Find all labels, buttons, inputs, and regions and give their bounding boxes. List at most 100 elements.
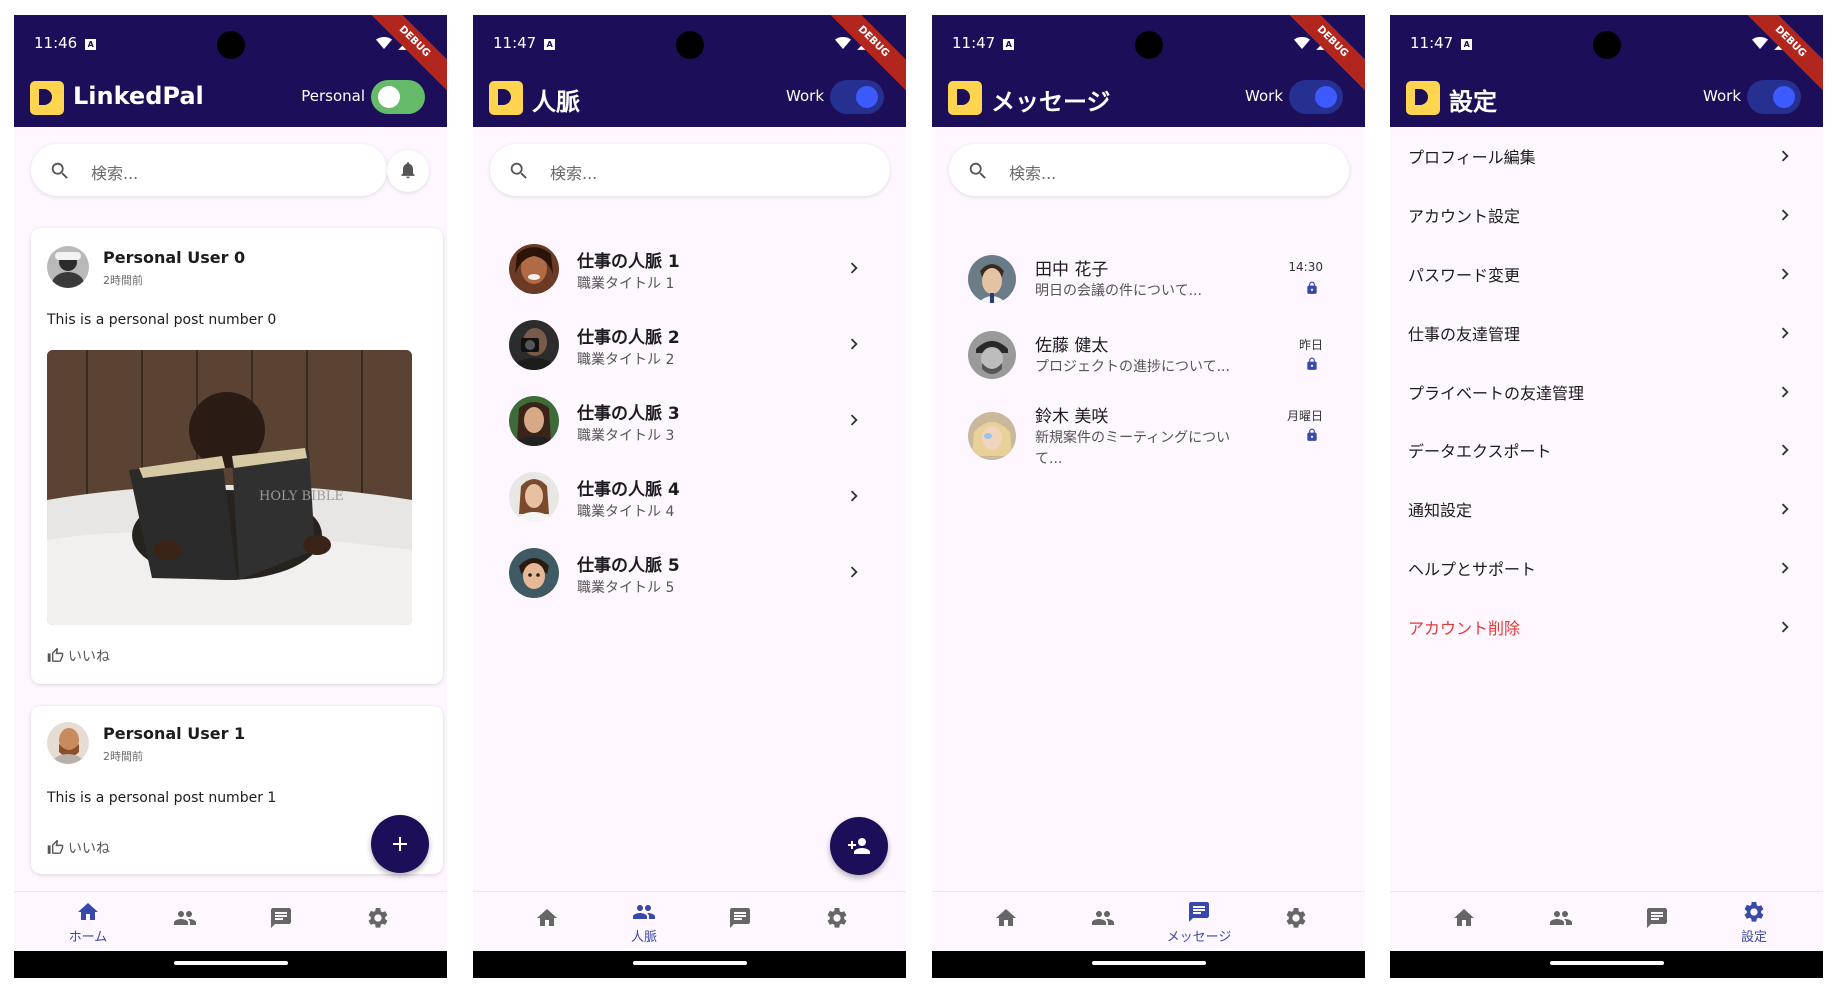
nav-messages[interactable] [700, 892, 780, 952]
nav-home[interactable] [507, 892, 587, 952]
settings-item-delete-account[interactable]: アカウント削除 [1390, 598, 1823, 656]
chevron-right-icon [843, 485, 865, 507]
settings-item-export[interactable]: データエクスポート [1390, 421, 1823, 479]
post-text: This is a personal post number 1 [47, 790, 277, 806]
mode-label: Personal [301, 87, 365, 105]
contact-title: 職業タイトル 4 [577, 504, 675, 520]
chevron-right-icon [1774, 204, 1796, 226]
chat-icon [269, 906, 293, 930]
nav-contacts[interactable]: 人脈 [604, 892, 684, 952]
search-placeholder: 検索... [91, 164, 139, 183]
search-icon [49, 160, 71, 182]
nav-settings[interactable] [797, 892, 877, 952]
chevron-right-icon [843, 257, 865, 279]
like-button[interactable]: いいね [47, 838, 110, 858]
message-item[interactable]: 鈴木 美咲 新規案件のミーティングについて... 月曜日 [932, 388, 1365, 488]
status-time: 11:47 A [952, 34, 1015, 52]
message-time: 14:30 [1288, 260, 1323, 274]
contact-item[interactable]: 仕事の人脈 5 職業タイトル 5 [473, 535, 906, 611]
post-author[interactable]: Personal User 1 [103, 724, 245, 743]
mode-toggle[interactable] [830, 80, 884, 114]
nav-messages[interactable] [1617, 892, 1697, 952]
avatar [509, 396, 559, 446]
contact-item[interactable]: 仕事の人脈 2 職業タイトル 2 [473, 307, 906, 383]
nav-home[interactable] [1424, 892, 1504, 952]
add-contact-button[interactable] [830, 817, 888, 875]
avatar [968, 412, 1016, 460]
nav-home[interactable]: ホーム [48, 892, 128, 952]
avatar [968, 255, 1016, 303]
avatar [509, 320, 559, 370]
add-post-button[interactable] [371, 815, 429, 873]
avatar [509, 548, 559, 598]
nav-home[interactable] [966, 892, 1046, 952]
chevron-right-icon [1774, 263, 1796, 285]
nav-contacts[interactable] [145, 892, 225, 952]
status-badge: A [85, 39, 97, 50]
settings-item-help[interactable]: ヘルプとサポート [1390, 539, 1823, 597]
like-button[interactable]: いいね [47, 646, 110, 666]
status-time: 11:46 A [34, 34, 97, 52]
contact-title: 職業タイトル 2 [577, 352, 675, 368]
app-logo [948, 81, 982, 115]
app-bar: 11:46 A DEBUG LinkedPal Personal [14, 15, 447, 127]
mode-label: Work [1703, 87, 1741, 105]
contact-title: 職業タイトル 5 [577, 580, 675, 596]
gesture-bar [932, 951, 1365, 978]
contact-name: 仕事の人脈 3 [577, 404, 680, 424]
home-icon [535, 906, 559, 930]
mode-label: Work [786, 87, 824, 105]
home-screen: 11:46 A DEBUG LinkedPal Personal 検索... Pe… [14, 15, 447, 978]
nav-contacts[interactable] [1521, 892, 1601, 952]
settings-item-account[interactable]: アカウント設定 [1390, 186, 1823, 244]
nav-settings[interactable]: 設定 [1714, 892, 1794, 952]
chevron-right-icon [1774, 557, 1796, 579]
avatar [968, 331, 1016, 379]
chat-icon [728, 906, 752, 930]
avatar[interactable] [47, 246, 89, 288]
chat-icon [1645, 906, 1669, 930]
nav-settings[interactable] [338, 892, 418, 952]
contact-item[interactable]: 仕事の人脈 3 職業タイトル 3 [473, 383, 906, 459]
avatar[interactable] [47, 722, 89, 764]
chevron-right-icon [1774, 145, 1796, 167]
wifi-icon [1294, 35, 1310, 51]
status-badge: A [1461, 39, 1473, 50]
nav-settings[interactable] [1256, 892, 1336, 952]
settings-label: アカウント削除 [1408, 619, 1521, 638]
nav-messages[interactable] [241, 892, 321, 952]
search-bar[interactable]: 検索... [31, 144, 387, 196]
post-image[interactable]: HOLY BIBLE [47, 350, 412, 625]
search-bar[interactable]: 検索... [949, 144, 1349, 196]
mode-toggle[interactable] [1289, 80, 1343, 114]
mode-toggle[interactable] [1747, 80, 1801, 114]
notification-button[interactable] [387, 150, 429, 192]
mode-toggle[interactable] [371, 80, 425, 114]
bell-icon [398, 160, 418, 180]
wifi-icon [376, 35, 392, 51]
settings-item-work-friends[interactable]: 仕事の友達管理 [1390, 304, 1823, 362]
page-title: メッセージ [991, 88, 1111, 116]
search-icon [967, 160, 989, 182]
message-item[interactable]: 田中 花子 明日の会議の件について... 14:30 [932, 241, 1365, 317]
settings-label: プライベートの友達管理 [1408, 384, 1585, 403]
post-author[interactable]: Personal User 0 [103, 248, 245, 267]
post-time: 2時間前 [103, 750, 143, 763]
nav-messages[interactable]: メッセージ [1159, 892, 1239, 952]
settings-item-password[interactable]: パスワード変更 [1390, 245, 1823, 303]
message-item[interactable]: 佐藤 健太 プロジェクトの進捗について... 昨日 [932, 317, 1365, 393]
settings-item-profile[interactable]: プロフィール編集 [1390, 127, 1823, 185]
camera-cutout [1135, 31, 1163, 59]
nav-label: 設定 [1740, 930, 1767, 945]
toggle-knob [856, 86, 878, 108]
search-bar[interactable]: 検索... [490, 144, 890, 196]
chevron-right-icon [1774, 381, 1796, 403]
contact-item[interactable]: 仕事の人脈 4 職業タイトル 4 [473, 459, 906, 535]
settings-item-notifications[interactable]: 通知設定 [1390, 480, 1823, 538]
contact-item[interactable]: 仕事の人脈 1 職業タイトル 1 [473, 231, 906, 307]
page-title: LinkedPal [73, 82, 204, 110]
settings-item-private-friends[interactable]: プライベートの友達管理 [1390, 363, 1823, 421]
nav-contacts[interactable] [1063, 892, 1143, 952]
gear-icon [1742, 900, 1766, 924]
status-badge: A [544, 39, 556, 50]
